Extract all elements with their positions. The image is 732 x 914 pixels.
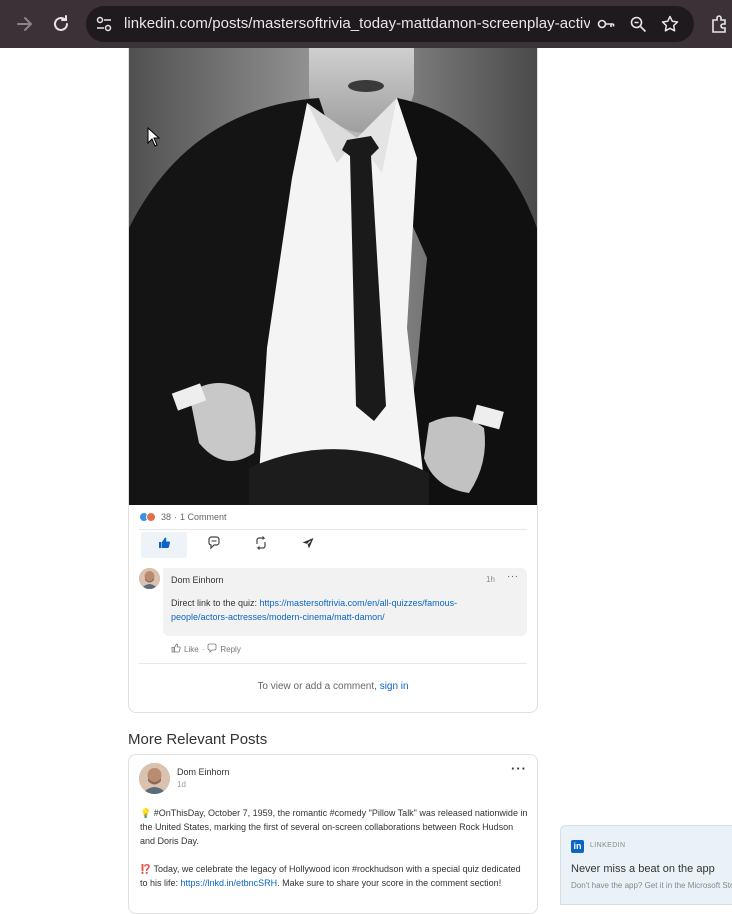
love-reaction-icon (146, 512, 156, 522)
like-outline-icon[interactable] (171, 643, 181, 655)
comment-button[interactable] (191, 532, 237, 558)
linkedin-logo-icon: in (571, 840, 584, 853)
relevant-post-paragraph-2: ⁉️ Today, we celebrate the legacy of Hol… (140, 862, 530, 890)
comment-reply-button[interactable]: Reply (220, 645, 240, 654)
post-action-bar (141, 532, 331, 558)
send-button[interactable] (285, 532, 331, 558)
comment-more-icon[interactable]: ··· (507, 571, 519, 582)
comment-author[interactable]: Dom Einhorn (171, 575, 224, 585)
browser-toolbar: linkedin.com/posts/mastersoftrivia_today… (0, 0, 732, 48)
repost-icon (254, 535, 268, 555)
repost-button[interactable] (238, 532, 284, 558)
star-icon[interactable] (660, 14, 680, 34)
mouse-cursor-icon (147, 126, 161, 147)
comment-actions: Like · Reply (171, 643, 241, 655)
relevant-post-time: 1d (177, 780, 186, 789)
comment-icon (207, 535, 221, 555)
like-button[interactable] (141, 532, 187, 558)
more-relevant-posts-heading: More Relevant Posts (128, 731, 268, 748)
relevant-post-paragraph-1: 💡 #OnThisDay, October 7, 1959, the roman… (140, 808, 528, 846)
signin-prompt-text: To view or add a comment, (257, 681, 380, 692)
url-text[interactable]: linkedin.com/posts/mastersoftrivia_today… (124, 15, 590, 32)
reaction-separator: · (174, 512, 178, 522)
toast-subtitle: Don't have the app? Get it in the Micros… (571, 881, 732, 890)
post-author-avatar[interactable] (139, 763, 170, 794)
post-image[interactable] (129, 48, 537, 505)
comment-count[interactable]: 1 Comment (180, 512, 227, 522)
comment-action-separator: · (201, 644, 205, 654)
comment-text-prefix: Direct link to the quiz: (171, 598, 260, 608)
divider (139, 663, 527, 664)
site-settings-icon[interactable] (95, 15, 113, 33)
signin-link[interactable]: sign in (380, 681, 409, 692)
comment-time: 1h (486, 575, 495, 584)
relevant-post-quiz-link[interactable]: https://lnkd.in/etbncSRH (181, 878, 278, 888)
extensions-icon[interactable] (708, 12, 732, 36)
reply-icon[interactable] (207, 643, 217, 655)
relevant-post-author[interactable]: Dom Einhorn (177, 767, 230, 777)
address-bar[interactable]: linkedin.com/posts/mastersoftrivia_today… (86, 6, 694, 42)
send-icon (301, 536, 315, 555)
reload-icon[interactable] (49, 12, 73, 36)
commenter-avatar[interactable] (139, 568, 160, 589)
comment-like-button[interactable]: Like (184, 645, 199, 654)
toast-brand: LINKEDIN (590, 842, 626, 849)
arrow-forward-icon[interactable] (13, 12, 37, 36)
toast-title: Never miss a beat on the app (571, 863, 715, 875)
zoom-icon[interactable] (628, 14, 648, 34)
divider (139, 529, 527, 530)
signin-prompt: To view or add a comment, sign in (139, 681, 527, 692)
reactions-summary[interactable]: 38 · 1 Comment (139, 511, 227, 523)
key-icon[interactable] (596, 14, 616, 34)
relevant-post-paragraph-2-suffix: . Make sure to share your score in the c… (277, 878, 502, 888)
post-more-icon[interactable]: ··· (511, 761, 527, 776)
relevant-post-body: 💡 #OnThisDay, October 7, 1959, the roman… (140, 806, 530, 890)
reaction-count: 38 (161, 512, 172, 522)
thumbs-up-icon (157, 536, 171, 555)
comment-text: Direct link to the quiz: https://masters… (171, 596, 491, 624)
